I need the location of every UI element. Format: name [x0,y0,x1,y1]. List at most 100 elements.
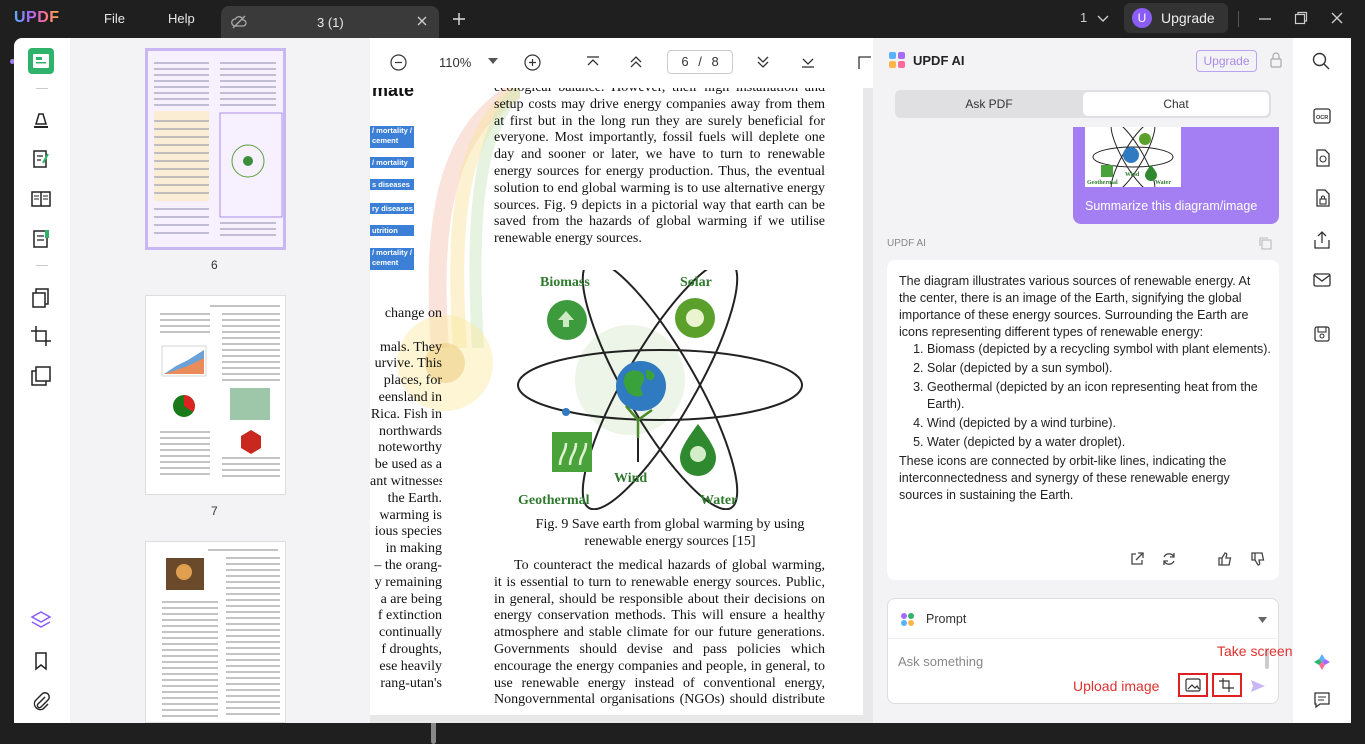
tab-ask-pdf[interactable]: Ask PDF [897,92,1081,116]
updf-ai-logo-icon [888,51,906,69]
page-separator: / [698,54,702,69]
search-icon[interactable] [1312,52,1330,70]
answer-list: Biomass (depicted by a recycling symbol … [927,341,1271,451]
image-icon [1185,678,1201,692]
table-bar: / mortality / cement [370,248,414,270]
page-thumbnail-image [162,549,280,717]
table-bar: ry diseases [370,203,414,214]
chat-icon[interactable] [1312,690,1332,710]
cloud-off-icon [231,14,247,30]
regenerate-icon[interactable] [1161,551,1177,567]
table-bar: / mortality / cement [370,126,414,148]
answer-list-item: Water (depicted by a water droplet). [927,434,1271,451]
table-bar: / mortality [370,157,414,168]
menu-help[interactable]: Help [168,11,195,26]
prompt-dropdown-icon[interactable] [1258,617,1267,623]
left-tool-rail [14,38,70,723]
rail-separator [36,265,48,266]
prompt-selector[interactable]: Prompt [926,612,966,626]
layers-copy-icon [31,366,51,386]
ask-input[interactable] [898,651,1198,671]
rail-separator [36,88,48,89]
updf-ai-icon[interactable] [1312,652,1332,672]
text-line: in making [385,541,442,557]
answer-list-item: Biomass (depicted by a recycling symbol … [927,341,1271,358]
answer-list-item: Solar (depicted by a sun symbol). [927,360,1271,377]
lock-icon[interactable] [1270,52,1282,68]
minimize-icon[interactable] [1258,12,1272,26]
label-solar: Solar [680,275,712,290]
zoom-dropdown-icon[interactable] [488,58,498,64]
thumbs-up-icon[interactable] [1217,551,1233,567]
renewable-energy-diagram: Biomass Solar Wind Geothermal Water [517,270,803,510]
edit-tool-button[interactable] [28,146,54,172]
fit-page-icon[interactable] [858,54,872,70]
thumbnail-number: 7 [211,504,218,518]
thumbs-down-icon[interactable] [1250,551,1266,567]
protect-icon[interactable] [1312,188,1332,208]
text-line: f extinction [377,608,442,624]
zoom-value[interactable]: 110% [439,55,471,70]
close-window-icon[interactable] [1330,11,1344,25]
upload-image-button[interactable] [1178,673,1208,697]
text-line: the Earth. [387,490,442,506]
take-screenshot-button[interactable] [1212,673,1242,697]
window-count[interactable]: 1 [1080,10,1109,25]
convert-icon[interactable] [1312,148,1332,168]
attachment-button[interactable] [30,690,56,716]
reader-mode-button[interactable] [28,48,54,74]
organize-tool-button[interactable] [28,186,54,212]
copy-icon[interactable] [1258,236,1272,250]
document-toolbar: 110% 6 / 8 [370,38,873,88]
attached-image-thumbnail[interactable]: Geothermal Wind Water [1085,127,1181,187]
text-line: y remaining [374,574,442,590]
annotation-upload-image: Upload image [1073,678,1160,694]
zoom-in-icon[interactable] [524,54,541,71]
mail-icon[interactable] [1312,270,1332,290]
previous-page-icon[interactable] [628,54,644,70]
new-tab-icon[interactable] [452,12,466,26]
upgrade-button[interactable]: U Upgrade [1124,3,1228,33]
tab-close-icon[interactable] [415,14,429,28]
external-link-icon[interactable] [1129,551,1145,567]
send-icon[interactable] [1250,679,1266,693]
thumbnail-page-7[interactable] [145,295,286,495]
ocr-icon[interactable]: OCR [1312,106,1332,126]
next-page-icon[interactable] [755,54,771,70]
convert-tool-button[interactable] [28,363,54,389]
pdf-page: mate / mortality / cement / mortality s … [370,88,863,715]
share-icon[interactable] [1312,230,1332,250]
bookmark-icon [35,652,47,671]
document-tab[interactable]: 3 (1) [221,6,439,38]
current-page: 6 [681,54,689,69]
save-icon[interactable] [1312,324,1332,344]
form-tool-button[interactable] [28,226,54,252]
renewable-energy-diagram: Geothermal Wind Water [1087,127,1174,187]
ai-answer-card: The diagram illustrates various sources … [887,260,1279,580]
label-geothermal: Geothermal [518,493,590,508]
thumbnail-page-8[interactable] [145,541,286,723]
thumbnail-page-6[interactable] [145,48,286,250]
ai-upgrade-button[interactable]: Upgrade [1196,50,1257,72]
zoom-out-icon[interactable] [390,54,407,71]
text-line: change on [384,306,442,321]
table-bar: s diseases [370,179,414,190]
tab-chat[interactable]: Chat [1083,92,1269,116]
bookmark-button[interactable] [30,650,56,676]
restore-icon[interactable] [1294,11,1308,25]
page-number-field[interactable]: 6 / 8 [667,50,733,74]
ai-answer-text: The diagram illustrates various sources … [899,273,1271,504]
comment-tool-button[interactable] [28,106,54,132]
thumbnail-panel: 6 7 [70,38,436,744]
menu-file[interactable]: File [104,11,125,26]
last-page-icon[interactable] [800,54,816,70]
divider-icon [1238,11,1240,27]
crop-tool-button[interactable] [28,323,54,349]
page-tool-button[interactable] [28,285,54,311]
ai-sender-label: UPDF AI [887,238,926,249]
first-page-icon[interactable] [585,54,601,70]
layers-button[interactable] [29,608,55,634]
app-logo-text: UPDF [14,9,60,26]
ai-panel: UPDF AI Upgrade Ask PDF Chat Geothermal … [873,38,1319,723]
highlighter-icon [34,113,48,128]
